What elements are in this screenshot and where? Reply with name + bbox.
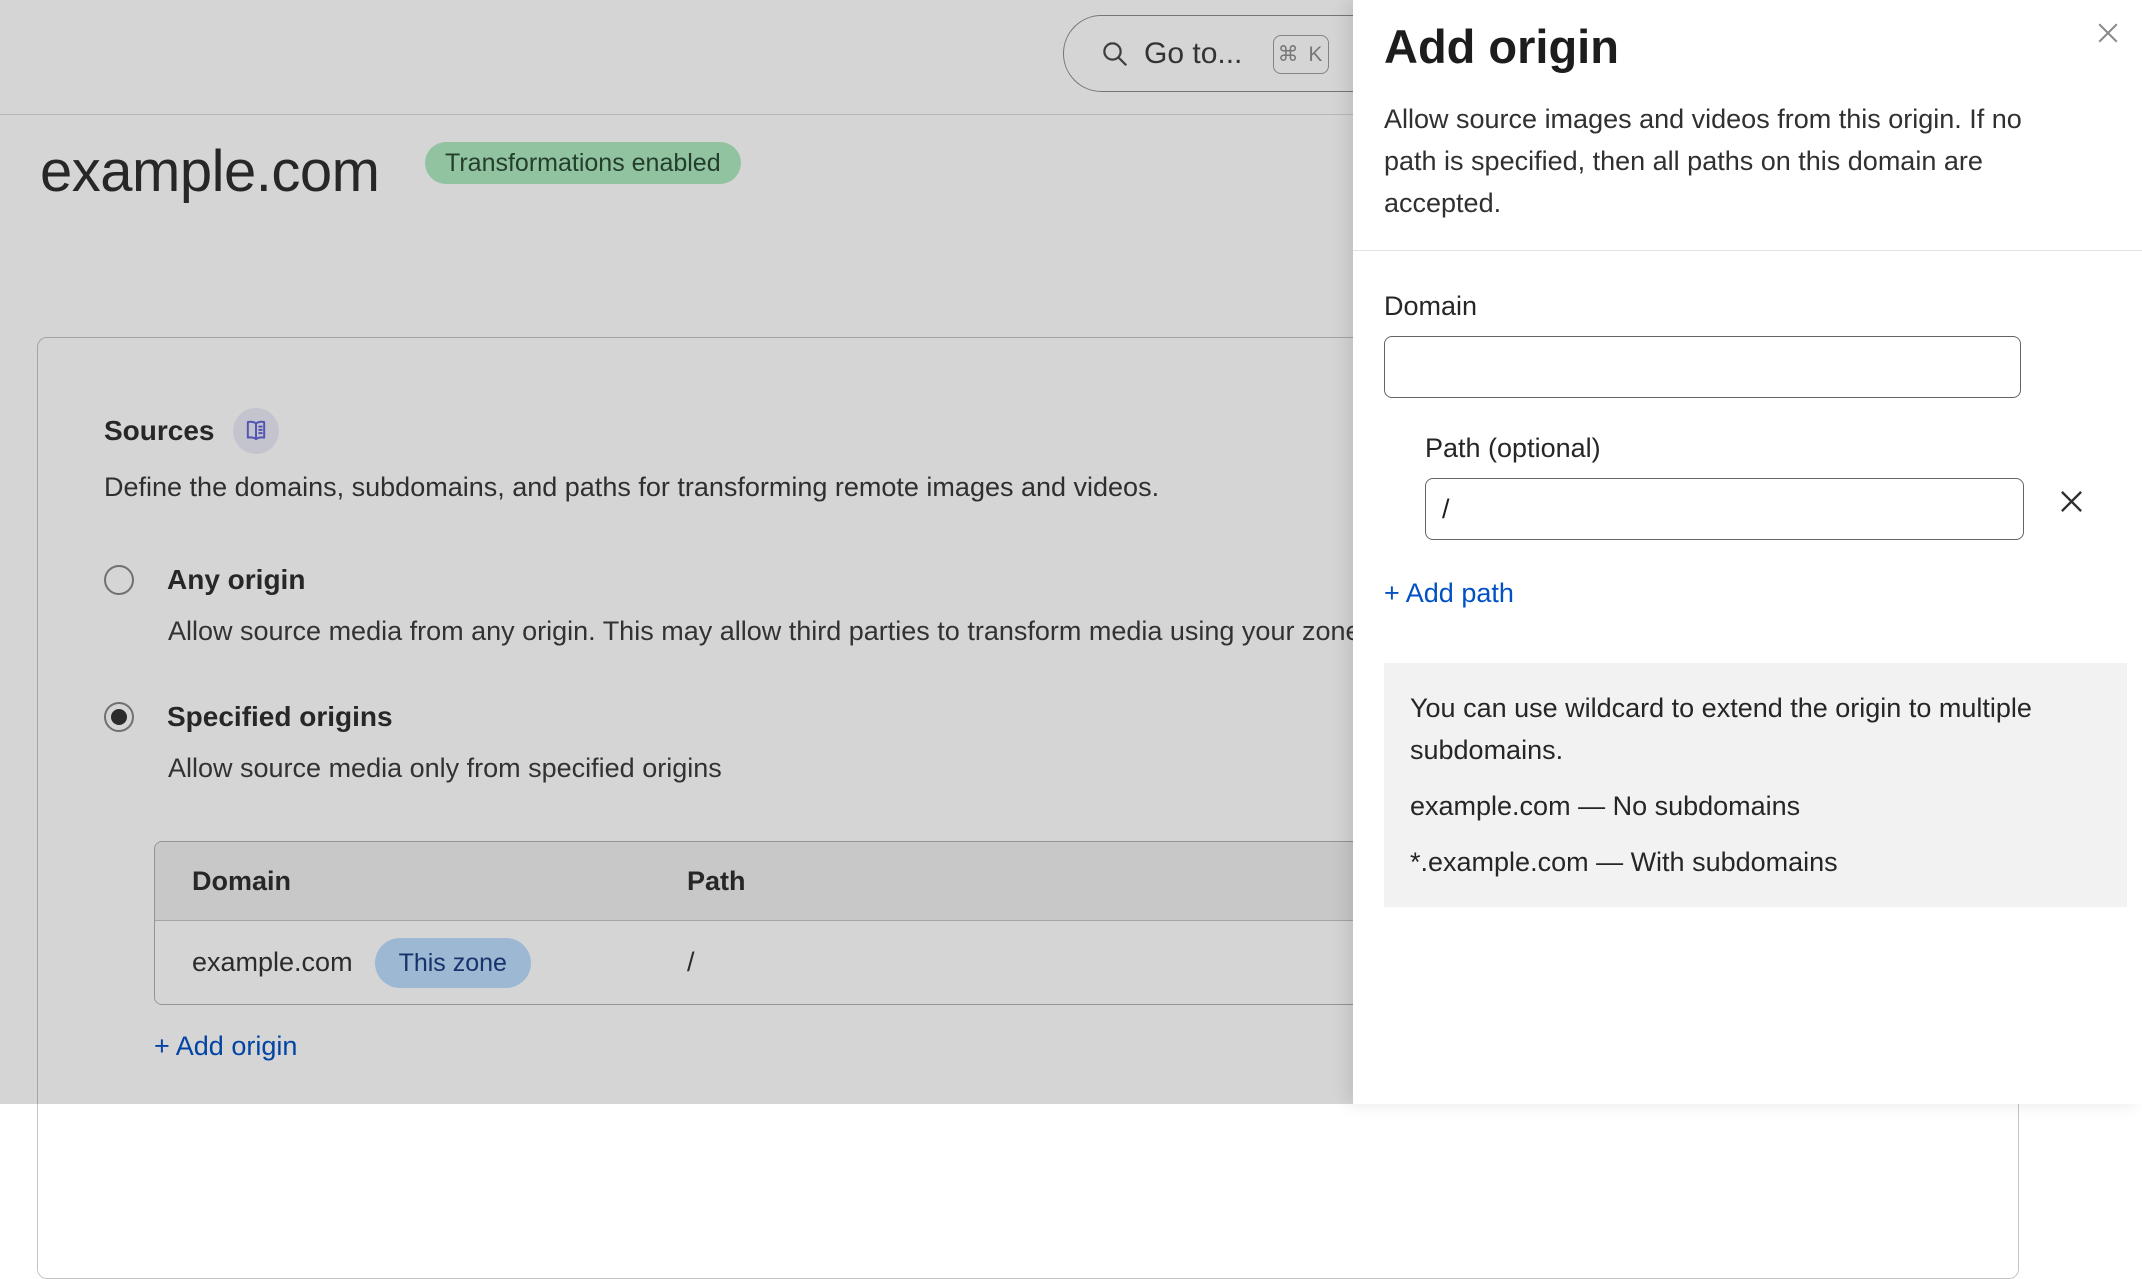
divider [1353,250,2142,251]
path-input[interactable] [1425,478,2024,540]
domain-input[interactable] [1384,336,2021,398]
panel-title: Add origin [1384,22,2102,72]
info-line-no-subdomains: example.com — No subdomains [1410,785,2101,827]
info-line-with-subdomains: *.example.com — With subdomains [1410,841,2101,883]
info-line-wildcard: You can use wildcard to extend the origi… [1410,687,2101,771]
add-origin-panel: Add origin Allow source images and video… [1353,0,2142,1104]
path-label: Path (optional) [1425,433,2102,463]
close-icon[interactable] [2093,18,2123,48]
wildcard-info-box: You can use wildcard to extend the origi… [1384,663,2127,907]
domain-label: Domain [1384,291,2102,321]
add-path-link[interactable]: + Add path [1384,578,2102,609]
remove-path-icon[interactable] [2055,485,2088,518]
panel-description: Allow source images and videos from this… [1384,98,2102,224]
